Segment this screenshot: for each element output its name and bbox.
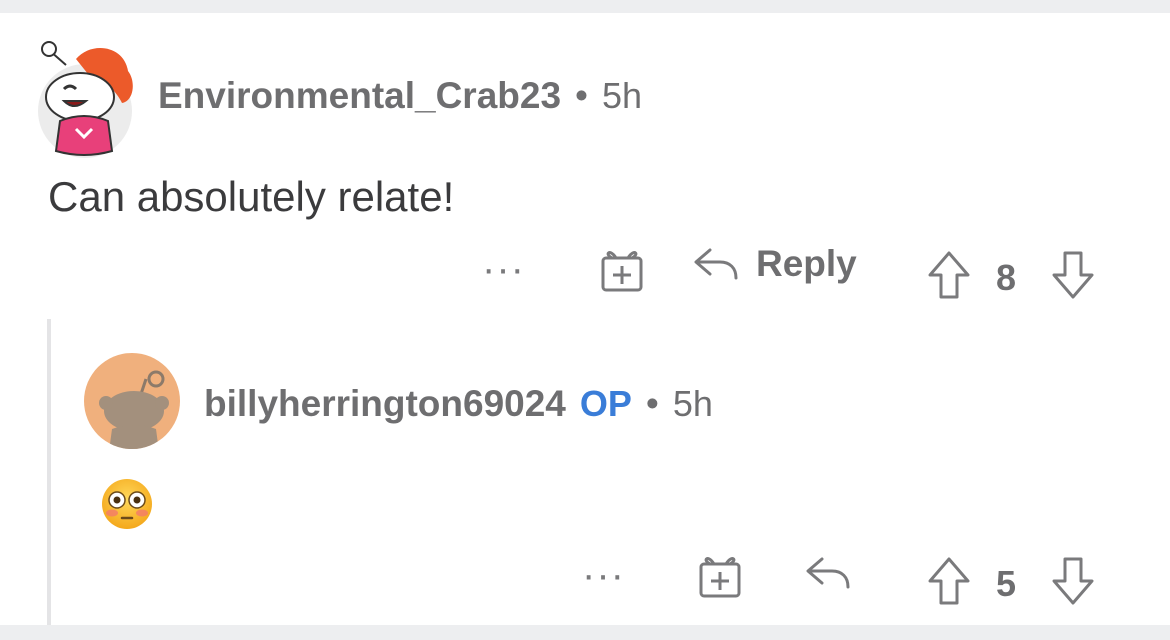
arrow-up-icon (928, 557, 970, 605)
more-options-button[interactable]: ··· (582, 555, 625, 595)
upvote-button[interactable] (924, 553, 974, 609)
give-award-button[interactable] (694, 549, 746, 601)
comment-body (100, 477, 154, 531)
arrow-down-icon (1052, 557, 1094, 605)
comment-body: Can absolutely relate! (48, 173, 455, 220)
more-options-button[interactable]: ··· (482, 249, 525, 289)
op-badge: OP (579, 383, 632, 424)
upvote-button[interactable] (924, 247, 974, 303)
comment-timestamp: 5h (672, 383, 713, 424)
separator-dot: • (645, 383, 659, 424)
separator-dot: • (575, 75, 588, 116)
vote-score: 5 (996, 563, 1017, 604)
thread-line[interactable] (47, 319, 51, 625)
reply-label: Reply (756, 243, 857, 284)
downvote-button[interactable] (1048, 553, 1098, 609)
give-award-button[interactable] (596, 243, 648, 295)
snoo-avatar-icon (38, 41, 133, 158)
vote-score: 8 (996, 257, 1017, 298)
arrow-up-icon (928, 251, 970, 299)
reply-arrow-icon (806, 557, 850, 589)
reply-button[interactable]: Reply (692, 243, 857, 285)
gift-icon (699, 557, 741, 598)
snoo-avatar-icon (99, 370, 169, 449)
comment-author[interactable]: Environmental_Crab23 (158, 75, 561, 117)
reply-button[interactable] (802, 551, 854, 595)
downvote-button[interactable] (1048, 247, 1098, 303)
gift-icon (601, 251, 643, 292)
flushed-face-emoji (102, 479, 152, 529)
comment-thread: Environmental_Crab23 • 5h Can absolutely… (0, 13, 1170, 625)
user-avatar[interactable] (36, 41, 134, 159)
comment-timestamp: 5h (602, 75, 643, 116)
reply-arrow-icon (694, 248, 738, 280)
comment-author[interactable]: billyherrington69024 (204, 383, 566, 425)
arrow-down-icon (1052, 251, 1094, 299)
user-avatar[interactable] (84, 353, 180, 449)
